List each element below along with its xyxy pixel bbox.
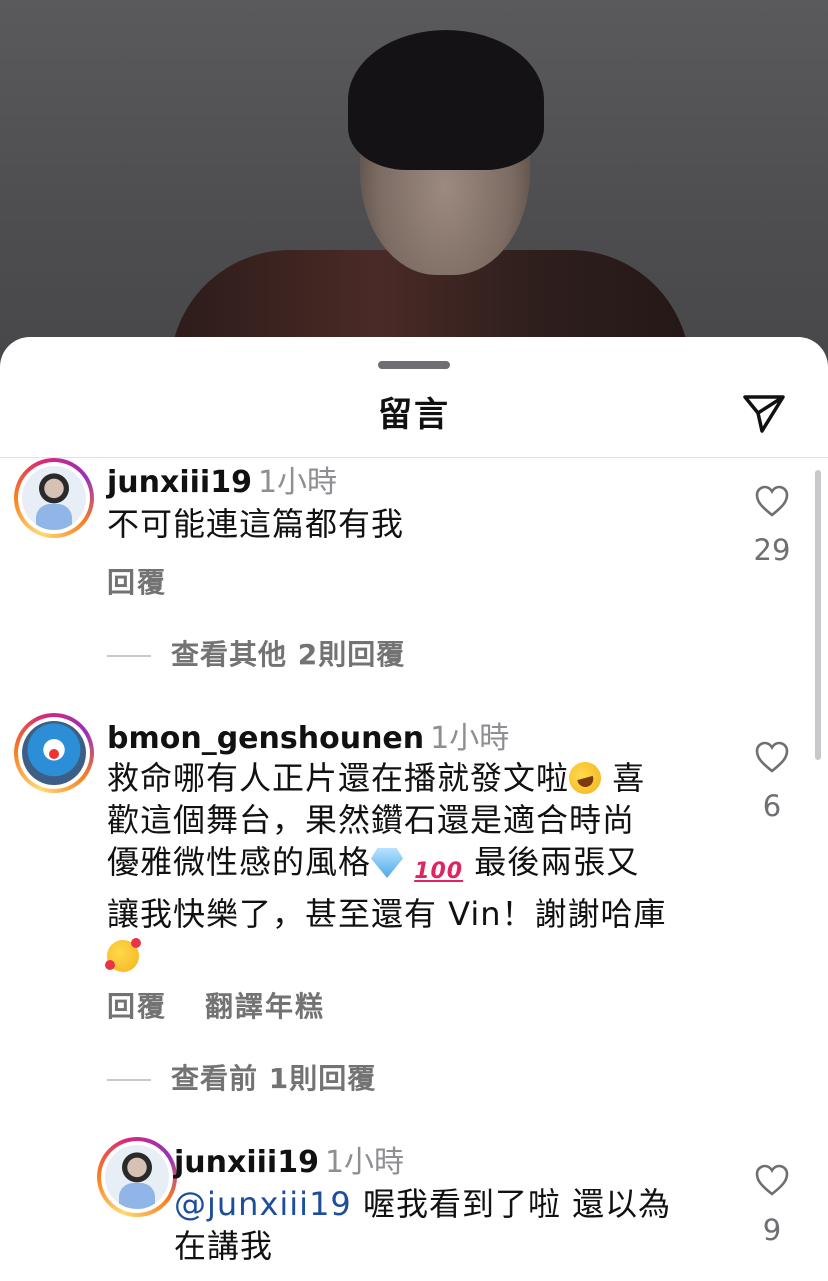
- comment-text: 救命哪有人正片還在播就發文啦 喜 歡這個舞台，果然鑽石還是適合時尚 優雅微性感的…: [105, 757, 727, 977]
- view-replies-label: 查看前 1則回覆: [171, 1062, 377, 1095]
- comment-text-line: 歡這個舞台，果然鑽石還是適合時尚: [107, 801, 636, 839]
- replies-divider-line: [107, 1079, 151, 1081]
- translate-button[interactable]: 翻譯年糕: [205, 985, 325, 1025]
- view-replies-label: 查看其他 2則回覆: [171, 638, 406, 671]
- hundred-points-emoji: 100: [414, 859, 464, 884]
- gem-emoji: [371, 848, 404, 878]
- paper-plane-icon[interactable]: [740, 389, 788, 437]
- mention-link[interactable]: @junxiii19: [174, 1185, 352, 1223]
- smiling-hearts-emoji: [105, 938, 141, 972]
- username[interactable]: junxiii19: [174, 1145, 319, 1180]
- sheet-grabber-handle[interactable]: [378, 361, 450, 369]
- scrollbar[interactable]: [815, 470, 821, 760]
- comment-text: 不可能連這篇都有我: [107, 505, 405, 543]
- like-count: 29: [753, 533, 791, 567]
- comment-text-line: 最後兩張又: [463, 843, 640, 881]
- post-photo-backdrop: [0, 0, 828, 380]
- comment-text-line: 救命哪有人正片還在播就發文啦: [107, 759, 570, 797]
- comment-header: bmon_genshounen 1小時: [107, 713, 509, 757]
- avatar[interactable]: [97, 1137, 177, 1217]
- comment-header: junxiii19 1小時: [174, 1137, 404, 1181]
- comment-text: @junxiii19 喔我看到了啦 還以為 在講我: [174, 1183, 714, 1267]
- rolling-laughing-emoji: [565, 758, 605, 798]
- avatar[interactable]: [14, 458, 94, 538]
- replies-divider-line: [107, 655, 151, 657]
- like-count: 6: [762, 789, 782, 823]
- heart-outline-icon[interactable]: [754, 1163, 790, 1197]
- comment-time: 1小時: [324, 1145, 405, 1180]
- comment-text-line: 喔我看到了啦 還以為: [351, 1185, 672, 1223]
- comment-text-line: 優雅微性感的風格: [107, 843, 372, 881]
- comment-text-line: 讓我快樂了，甚至還有 Vin！謝謝哈庫: [107, 895, 667, 933]
- like-count: 9: [762, 1213, 782, 1247]
- comment-time: 1小時: [430, 721, 510, 756]
- photo-figure-hair: [348, 30, 544, 170]
- comment-time: 1小時: [257, 465, 338, 500]
- comment-text-line: 在講我: [174, 1227, 274, 1265]
- heart-outline-icon[interactable]: [754, 740, 790, 774]
- heart-outline-icon[interactable]: [754, 484, 790, 518]
- reply-button[interactable]: 回覆: [107, 985, 167, 1025]
- reply-button[interactable]: 回覆: [107, 561, 167, 601]
- comment-header: junxiii19 1小時: [107, 457, 337, 501]
- username[interactable]: bmon_genshounen: [107, 721, 424, 756]
- view-replies-button[interactable]: 查看其他 2則回覆: [107, 633, 405, 673]
- avatar[interactable]: [14, 713, 94, 793]
- comment-text-line: 喜: [601, 759, 646, 797]
- view-replies-button[interactable]: 查看前 1則回覆: [107, 1057, 376, 1097]
- comments-sheet: 留言 junxiii19 1小時 不可能連這篇都有我 回覆 29 查看其他 2則回…: [0, 337, 828, 1281]
- sheet-title: 留言: [378, 395, 450, 435]
- username[interactable]: junxiii19: [107, 465, 252, 500]
